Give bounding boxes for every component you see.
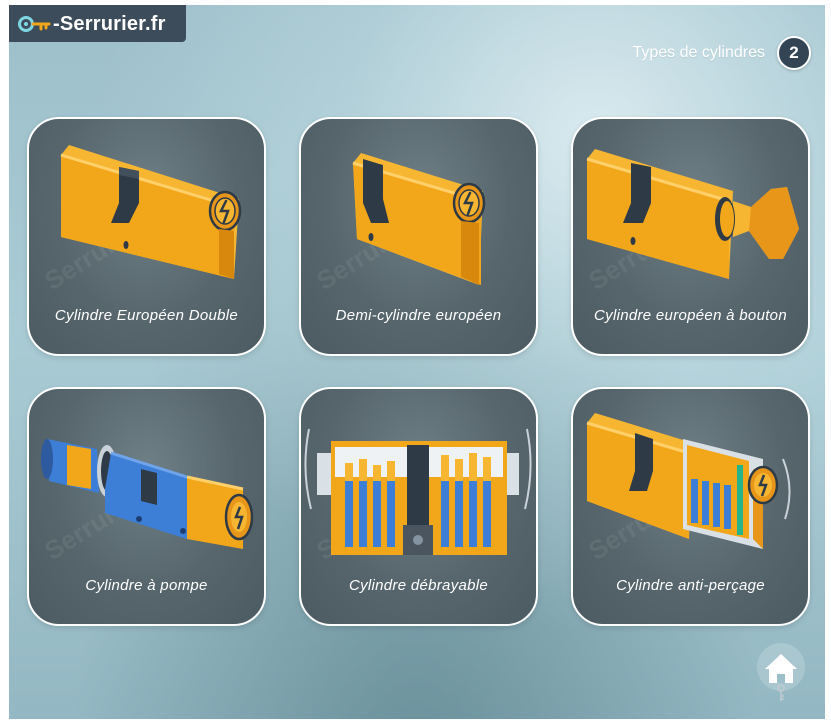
card-label: Demi-cylindre européen [335,307,502,324]
key-logo-icon [18,15,51,32]
card-half-cylinder[interactable]: Serrurier Demi-cylindre européen [299,117,538,356]
page-title: Types de cylindres [632,44,765,61]
card-label: Cylindre débrayable [348,577,489,594]
slide-frame: -Serrurier.fr Types de cylindres 2 Serru… [9,5,825,719]
page-header: Types de cylindres 2 [632,36,811,70]
page-number-badge: 2 [777,36,811,70]
card-label: Cylindre européen à bouton [594,307,787,324]
card-pump-cylinder[interactable]: Serrurier Cylindre à pompe [27,387,266,626]
card-label: Cylindre à pompe [85,577,208,594]
card-knob-cylinder[interactable]: Serrurier Cylindre européen à bouton [571,117,810,356]
card-label: Cylindre anti-perçage [616,577,765,594]
card-double-cylinder[interactable]: Serrurier Cylindre Européen Double [27,117,266,356]
card-anti-drill-cylinder[interactable]: Serrurier Cylindre anti-perçage [571,387,810,626]
home-key-icon [757,643,805,701]
brand-logo[interactable]: -Serrurier.fr [9,5,186,42]
brand-name: -Serrurier.fr [53,12,166,35]
card-label: Cylindre Européen Double [54,307,239,324]
card-clutch-cylinder[interactable]: Serrurier [299,387,538,626]
home-button[interactable] [755,641,807,703]
